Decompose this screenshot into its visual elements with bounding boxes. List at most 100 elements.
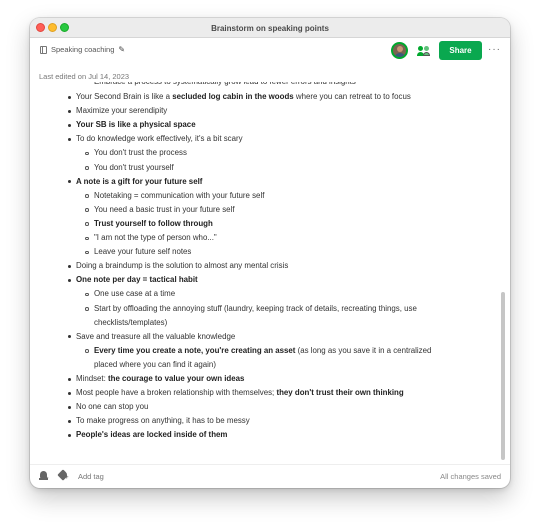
note-line: Trust yourself to follow through bbox=[94, 218, 213, 230]
sub-bullet-icon bbox=[85, 307, 89, 311]
text: One use case at a time bbox=[94, 289, 176, 299]
bold-text: secluded log cabin in the woods bbox=[172, 92, 294, 101]
sub-bullet-icon bbox=[85, 236, 89, 240]
last-edited-text: Last edited on Jul 14, 2023 bbox=[39, 72, 130, 81]
text: Your Second Brain is like a bbox=[76, 92, 173, 101]
avatar[interactable] bbox=[391, 42, 408, 59]
note-line: You don't trust yourself bbox=[94, 162, 174, 174]
bullet-icon bbox=[68, 264, 71, 268]
save-status: All changes saved bbox=[440, 472, 501, 481]
text: To make progress on anything, it has to … bbox=[76, 416, 250, 426]
text: Most people have a broken relationship w… bbox=[76, 388, 277, 398]
scrollbar[interactable] bbox=[501, 292, 505, 460]
share-button[interactable]: Share bbox=[439, 41, 482, 60]
note-line: Most people have a broken relationship w… bbox=[76, 387, 404, 399]
bold-text: Your SB is like a physical space bbox=[76, 120, 196, 130]
note-line: You don't trust the process bbox=[94, 147, 187, 159]
text: You need a basic trust in your future se… bbox=[94, 204, 235, 214]
bullet-icon bbox=[68, 335, 71, 339]
note-line: People's ideas are locked inside of them bbox=[76, 429, 227, 441]
bullet-icon bbox=[68, 391, 71, 395]
sub-bullet-icon bbox=[85, 208, 89, 212]
note-footer: + + Add tag All changes saved bbox=[30, 464, 510, 488]
note-line: You need a basic trust in your future se… bbox=[94, 204, 235, 216]
text: Maximize your serendipity bbox=[76, 106, 168, 116]
pencil-icon[interactable]: ✎ bbox=[118, 45, 125, 54]
note-line: Mindset: the courage to value your own i… bbox=[76, 373, 244, 385]
minimize-window-button[interactable] bbox=[48, 23, 57, 32]
text: Doing a braindump is the solution to alm… bbox=[76, 261, 289, 271]
bullet-icon bbox=[68, 433, 71, 437]
note-line: To do knowledge work effectively, it's a… bbox=[76, 133, 243, 145]
bold-text: the courage to value your own ideas bbox=[108, 374, 245, 383]
text: (as long as you save it in a centralized bbox=[295, 345, 432, 355]
note-line-clipped: Embrace a process to systematically grow… bbox=[94, 82, 356, 88]
note-line: Leave your future self notes bbox=[94, 246, 191, 258]
notebook-icon bbox=[40, 45, 47, 54]
note-line: Save and treasure all the valuable knowl… bbox=[76, 331, 235, 343]
text: No one can stop you bbox=[76, 402, 149, 412]
note-line: Your Second Brain is like a secluded log… bbox=[76, 91, 411, 103]
note-line: One use case at a time bbox=[94, 288, 175, 300]
note-line: checklists/templates) bbox=[94, 317, 167, 329]
sub-bullet-icon bbox=[85, 349, 89, 353]
note-line: Maximize your serendipity bbox=[76, 105, 167, 117]
note-line: Doing a braindump is the solution to alm… bbox=[76, 260, 288, 272]
note-line: Start by offloading the annoying stuff (… bbox=[94, 303, 417, 315]
sub-bullet-icon bbox=[85, 166, 89, 170]
bold-text: A note is a gift for your future self bbox=[76, 176, 203, 186]
notebook-label: Speaking coaching bbox=[51, 45, 115, 54]
note-line: A note is a gift for your future self bbox=[76, 176, 202, 188]
tag-icon[interactable]: + bbox=[57, 469, 70, 482]
title-bar: Brainstorm on speaking points bbox=[30, 18, 510, 38]
note-line: One note per day = tactical habit bbox=[76, 274, 198, 286]
zoom-window-button[interactable] bbox=[60, 23, 69, 32]
notebook-selector[interactable]: Speaking coaching ✎ bbox=[40, 45, 125, 54]
text: Notetaking = communication with your fut… bbox=[94, 190, 265, 200]
text: Start by offloading the annoying stuff (… bbox=[94, 303, 417, 313]
note-line: No one can stop you bbox=[76, 401, 148, 413]
add-tag-input[interactable]: Add tag bbox=[78, 472, 104, 481]
bullet-icon bbox=[68, 109, 71, 113]
sub-bullet-icon bbox=[85, 194, 89, 198]
text: To do knowledge work effectively, it's a… bbox=[76, 134, 243, 144]
text: Save and treasure all the valuable knowl… bbox=[76, 331, 236, 341]
bold-text: Every time you create a note, you're cre… bbox=[94, 345, 296, 355]
note-line: "I am not the type of person who..." bbox=[94, 232, 217, 244]
bold-text: People's ideas are locked inside of them bbox=[76, 430, 228, 440]
text: Mindset: bbox=[76, 374, 109, 383]
text: checklists/templates) bbox=[94, 317, 168, 327]
sub-bullet-icon bbox=[85, 151, 89, 156]
bullet-icon bbox=[68, 123, 71, 127]
text: You don't trust the process bbox=[94, 148, 187, 158]
bold-text: they don't trust their own thinking bbox=[276, 388, 404, 398]
bullet-icon bbox=[68, 419, 71, 423]
window-title: Brainstorm on speaking points bbox=[211, 24, 329, 33]
more-icon[interactable]: ··· bbox=[488, 44, 501, 55]
text: You don't trust yourself bbox=[94, 162, 174, 172]
note-line: To make progress on anything, it has to … bbox=[76, 415, 250, 427]
note-line: Your SB is like a physical space bbox=[76, 119, 196, 131]
close-window-button[interactable] bbox=[36, 23, 45, 32]
bold-text: Trust yourself to follow through bbox=[94, 218, 213, 228]
note-line: Every time you create a note, you're cre… bbox=[94, 345, 431, 357]
note-editor[interactable]: Embrace a process to systematically grow… bbox=[30, 82, 510, 452]
bullet-icon bbox=[68, 95, 71, 99]
text: "I am not the type of person who..." bbox=[94, 233, 217, 242]
share-people-icon[interactable] bbox=[417, 45, 431, 57]
sub-bullet-icon bbox=[85, 222, 89, 226]
app-window: Brainstorm on speaking points Speaking c… bbox=[30, 18, 510, 488]
text: Leave your future self notes bbox=[94, 247, 192, 257]
bullet-icon bbox=[68, 278, 71, 282]
sub-bullet-icon bbox=[85, 292, 89, 297]
reminder-bell-icon[interactable]: + bbox=[38, 470, 50, 482]
bullet-icon bbox=[68, 405, 71, 409]
bullet-icon bbox=[68, 180, 71, 184]
sub-bullet-icon bbox=[85, 250, 89, 255]
text: where you can retreat to to focus bbox=[293, 92, 411, 101]
note-line: placed where you can find it again) bbox=[94, 359, 216, 371]
bold-text: One note per day = tactical habit bbox=[76, 275, 198, 285]
note-toolbar: Speaking coaching ✎ Share ··· bbox=[30, 38, 510, 64]
text: placed where you can find it again) bbox=[94, 359, 216, 369]
note-line: Notetaking = communication with your fut… bbox=[94, 190, 264, 202]
